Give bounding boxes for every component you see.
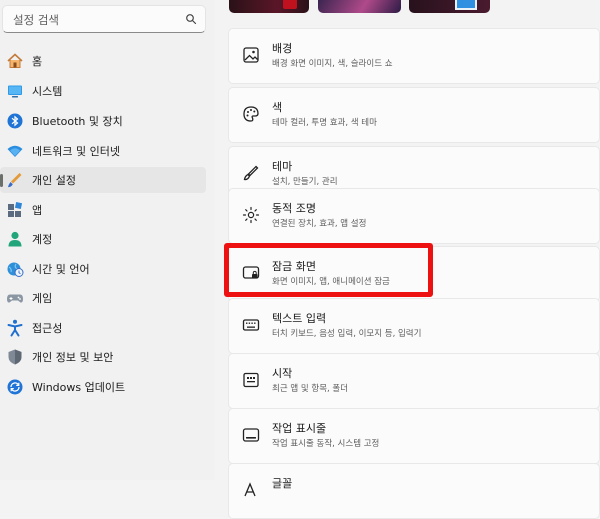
gamepad-icon [7, 294, 23, 303]
search-box[interactable] [2, 5, 206, 33]
sidebar-item-bluetooth[interactable]: Bluetooth 및 장치 [0, 108, 206, 134]
accessibility-icon [7, 319, 23, 337]
sidebar-item-label: 앱 [32, 204, 43, 217]
home-icon [7, 53, 23, 68]
sidebar-item-label: Bluetooth 및 장치 [32, 115, 123, 128]
update-icon [7, 379, 23, 395]
search-icon [186, 14, 197, 25]
account-icon [8, 231, 22, 247]
settings-card-fonts[interactable]: 글꼴 [228, 463, 600, 519]
selection-indicator [0, 174, 3, 187]
card-title: 작업 표시줄 [272, 422, 327, 435]
theme-thumbnail[interactable] [318, 0, 401, 13]
theme-thumbnail[interactable] [409, 0, 490, 13]
bluetooth-icon [7, 113, 23, 129]
globe-clock-icon [7, 262, 24, 277]
sidebar-item-label: 게임 [32, 292, 53, 305]
shield-icon [8, 349, 22, 365]
main-content: 배경 배경 화면 이미지, 색, 슬라이드 쇼 색 테마 컬러, 투명 효과, … [214, 0, 600, 519]
settings-card-colors[interactable]: 색 테마 컬러, 투명 효과, 색 테마 [228, 87, 600, 143]
theme-thumbnail[interactable] [229, 0, 309, 13]
sidebar-item-windows-update[interactable]: Windows 업데이트 [0, 374, 206, 400]
palette-icon [243, 106, 259, 122]
sidebar-item-apps[interactable]: 앱 [0, 197, 206, 223]
card-title: 색 [272, 101, 283, 114]
card-title: 동적 조명 [272, 202, 316, 215]
theme-brush-icon [243, 165, 259, 181]
apps-icon [8, 201, 23, 217]
taskbar-icon [242, 428, 260, 442]
settings-card-dynamic-lighting[interactable]: 동적 조명 연결된 장치, 효과, 앱 설정 [228, 188, 600, 244]
sidebar-item-personalization[interactable]: 개인 설정 [0, 167, 206, 193]
card-title: 배경 [272, 42, 293, 55]
settings-card-taskbar[interactable]: 작업 표시줄 작업 표시줄 동작, 시스템 고정 [228, 408, 600, 464]
sidebar-item-label: 시간 및 언어 [32, 263, 90, 276]
card-title: 텍스트 입력 [272, 312, 327, 325]
sidebar-item-network[interactable]: 네트워크 및 인터넷 [0, 138, 206, 164]
sidebar-item-label: 홈 [32, 55, 43, 68]
settings-card-start[interactable]: 시작 최근 앱 및 항목, 폴더 [228, 353, 600, 409]
image-icon [243, 47, 259, 63]
card-title: 글꼴 [272, 477, 293, 490]
card-subtitle: 설치, 만들기, 관리 [272, 177, 338, 187]
sidebar-item-label: 접근성 [32, 322, 63, 335]
card-subtitle: 연결된 장치, 효과, 앱 설정 [272, 219, 367, 229]
search-input[interactable] [11, 10, 185, 30]
settings-card-background[interactable]: 배경 배경 화면 이미지, 색, 슬라이드 쇼 [228, 28, 600, 84]
font-icon [244, 482, 256, 497]
card-subtitle: 터치 키보드, 음성 입력, 이모지 등, 입력기 [272, 329, 422, 339]
card-subtitle: 작업 표시줄 동작, 시스템 고정 [272, 439, 380, 449]
sidebar: 홈 시스템 Bluetooth 및 장치 네트워크 및 인터넷 개인 설정 [0, 0, 214, 480]
system-icon [8, 85, 22, 98]
sidebar-item-time-language[interactable]: 시간 및 언어 [0, 256, 206, 282]
card-subtitle: 배경 화면 이미지, 색, 슬라이드 쇼 [272, 59, 393, 69]
sidebar-item-label: 개인 정보 및 보안 [32, 351, 114, 364]
card-subtitle: 최근 앱 및 항목, 폴더 [272, 384, 349, 394]
card-subtitle: 테마 컬러, 투명 효과, 색 테마 [272, 118, 377, 128]
sidebar-item-system[interactable]: 시스템 [0, 78, 206, 104]
brush-icon [8, 173, 22, 188]
sidebar-item-label: 네트워크 및 인터넷 [32, 145, 120, 158]
sidebar-item-label: 개인 설정 [32, 174, 76, 187]
sidebar-item-accessibility[interactable]: 접근성 [0, 315, 206, 341]
sidebar-item-label: Windows 업데이트 [32, 381, 126, 394]
wifi-icon [7, 145, 23, 157]
sidebar-item-home[interactable]: 홈 [0, 48, 206, 74]
card-title: 테마 [272, 160, 293, 173]
lighting-icon [242, 206, 260, 224]
card-title: 시작 [272, 367, 293, 380]
sidebar-item-privacy[interactable]: 개인 정보 및 보안 [0, 344, 206, 370]
sidebar-item-label: 시스템 [32, 85, 63, 98]
start-icon [243, 372, 259, 388]
keyboard-icon [242, 319, 260, 331]
sidebar-item-gaming[interactable]: 게임 [0, 285, 206, 311]
sidebar-item-accounts[interactable]: 계정 [0, 226, 206, 252]
annotation-highlight-box [224, 243, 433, 297]
settings-card-text-input[interactable]: 텍스트 입력 터치 키보드, 음성 입력, 이모지 등, 입력기 [228, 298, 600, 354]
sidebar-item-label: 계정 [32, 233, 53, 246]
